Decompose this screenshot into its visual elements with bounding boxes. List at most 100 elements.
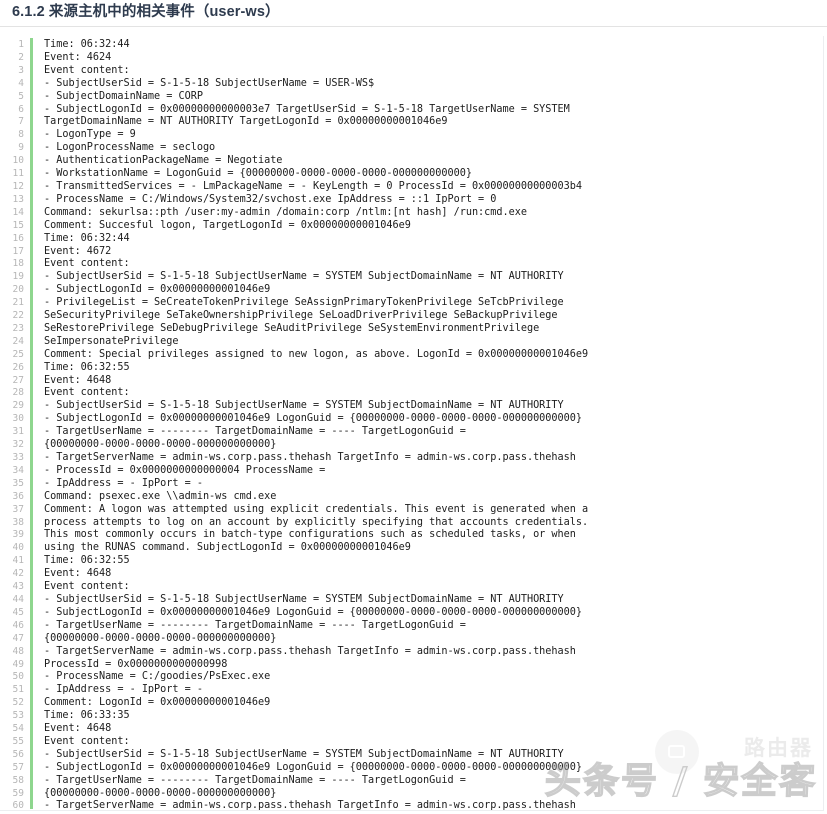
line-number: 17 [12, 245, 24, 257]
line-number: 13 [12, 193, 24, 205]
code-line: Time: 06:32:55 [44, 555, 130, 567]
line-number: 37 [12, 503, 24, 515]
line-number: 60 [12, 800, 24, 811]
code-block-inner: 1 2 3 4 5 6 7 8 9 10 11 12 13 14 15 16 17 18 19 20 21 22 23 24 2… [0, 36, 823, 810]
code-line: - TargetUserName = -------- TargetDomain… [44, 619, 466, 631]
line-number: 2 [18, 51, 24, 63]
line-number: 56 [12, 748, 24, 760]
line-number: 21 [12, 297, 24, 309]
line-number: 38 [12, 516, 24, 528]
line-number: 41 [12, 555, 24, 567]
line-number: 40 [12, 542, 24, 554]
code-line: SeRestorePrivilege SeDebugPrivilege SeAu… [44, 322, 540, 334]
line-number: 43 [12, 581, 24, 593]
line-number: 57 [12, 761, 24, 773]
code-line: SeImpersonatePrivilege [44, 335, 179, 347]
code-line: - WorkstationName = LogonGuid = {0000000… [44, 168, 472, 180]
line-number: 48 [12, 645, 24, 657]
line-number: 22 [12, 310, 24, 322]
code-line: - SubjectLogonId = 0x00000000001046e9 Lo… [44, 761, 582, 773]
line-number: 59 [12, 787, 24, 799]
code-line: Time: 06:32:44 [44, 39, 130, 50]
page-title: 6.1.2 来源主机中的相关事件（user-ws） [12, 4, 280, 20]
line-number: 45 [12, 606, 24, 618]
code-line: TargetDomainName = NT AUTHORITY TargetLo… [44, 116, 448, 128]
line-number: 47 [12, 632, 24, 644]
code-line: Event content: [44, 387, 130, 399]
code-line: - TargetServerName = admin-ws.corp.pass.… [44, 452, 576, 463]
code-line: Comment: A logon was attempted using exp… [44, 503, 589, 515]
line-number: 26 [12, 361, 24, 373]
code-line: Comment: Special privileges assigned to … [44, 348, 589, 360]
line-number-gutter: 1 2 3 4 5 6 7 8 9 10 11 12 13 14 15 16 17 18 19 20 21 22 23 24 2… [0, 36, 30, 811]
line-number: 54 [12, 723, 24, 735]
code-line: Event content: [44, 64, 130, 76]
code-line: process attempts to log on an account by… [44, 516, 589, 528]
line-number: 12 [12, 180, 24, 192]
line-number: 55 [12, 735, 24, 747]
line-number: 5 [18, 90, 24, 102]
code-line: - LogonProcessName = seclogo [44, 142, 216, 154]
code-line: - TargetUserName = -------- TargetDomain… [44, 426, 466, 438]
code-line: Event: 4624 [44, 51, 112, 63]
code-line: Event: 4648 [44, 374, 112, 386]
code-line: - ProcessName = C:/Windows/System32/svch… [44, 193, 497, 205]
code-line: Time: 06:32:55 [44, 361, 130, 373]
heading-divider [0, 26, 827, 27]
line-number: 30 [12, 413, 24, 425]
code-line: Event: 4648 [44, 568, 112, 580]
line-number: 16 [12, 232, 24, 244]
code-line: Event content: [44, 735, 130, 747]
line-number: 53 [12, 710, 24, 722]
code-line: - ProcessId = 0x0000000000000004 Process… [44, 464, 326, 476]
code-line: Comment: LogonId = 0x00000000001046e9 [44, 697, 271, 709]
line-number: 33 [12, 452, 24, 463]
line-number: 49 [12, 658, 24, 670]
code-line: - SubjectUserSid = S-1-5-18 SubjectUserN… [44, 271, 564, 283]
line-number: 4 [18, 77, 24, 89]
line-number: 58 [12, 774, 24, 786]
code-line: - IpAddress = - IpPort = - [44, 684, 203, 696]
line-number: 14 [12, 206, 24, 218]
code-line: Event content: [44, 581, 130, 593]
line-number: 19 [12, 271, 24, 283]
code-line: Command: sekurlsa::pth /user:my-admin /d… [44, 206, 527, 218]
line-number: 24 [12, 335, 24, 347]
line-number: 9 [18, 142, 24, 154]
code-line: - SubjectUserSid = S-1-5-18 SubjectUserN… [44, 748, 564, 760]
line-number: 8 [18, 129, 24, 141]
code-line: - SubjectUserSid = S-1-5-18 SubjectUserN… [44, 77, 375, 89]
code-line: Event content: [44, 258, 130, 270]
line-number: 31 [12, 426, 24, 438]
code-line: Comment: Succesful logon, TargetLogonId … [44, 219, 411, 231]
code-line: This most commonly occurs in batch-type … [44, 529, 576, 541]
line-number: 39 [12, 529, 24, 541]
line-number: 35 [12, 477, 24, 489]
code-content[interactable]: Time: 06:32:44 Event: 4624 Event content: -… [33, 36, 823, 810]
code-line: - IpAddress = - IpPort = - [44, 477, 203, 489]
line-number: 34 [12, 464, 24, 476]
line-number: 6 [18, 103, 24, 115]
code-line: - SubjectUserSid = S-1-5-18 SubjectUserN… [44, 593, 564, 605]
code-line: Command: psexec.exe \\admin-ws cmd.exe [44, 490, 277, 502]
code-line: - SubjectUserSid = S-1-5-18 SubjectUserN… [44, 400, 564, 412]
line-number: 32 [12, 439, 24, 451]
code-line: - TransmittedServices = - LmPackageName … [44, 180, 582, 192]
code-line: - SubjectLogonId = 0x00000000001046e9 [44, 284, 271, 296]
line-number: 15 [12, 219, 24, 231]
line-number: 11 [12, 168, 24, 180]
code-line: - TargetUserName = -------- TargetDomain… [44, 774, 466, 786]
line-number: 36 [12, 490, 24, 502]
code-line: Event: 4672 [44, 245, 112, 257]
code-line: {00000000-0000-0000-0000-000000000000} [44, 439, 277, 451]
code-line: SeSecurityPrivilege SeTakeOwnershipPrivi… [44, 310, 558, 322]
code-block[interactable]: 1 2 3 4 5 6 7 8 9 10 11 12 13 14 15 16 17 18 19 20 21 22 23 24 2… [0, 36, 824, 811]
code-line: using the RUNAS command. SubjectLogonId … [44, 542, 411, 554]
line-number: 23 [12, 322, 24, 334]
line-number: 46 [12, 619, 24, 631]
line-number: 3 [18, 64, 24, 76]
line-number: 1 [18, 39, 24, 50]
code-line: - LogonType = 9 [44, 129, 136, 141]
code-line: - ProcessName = C:/goodies/PsExec.exe [44, 671, 271, 683]
line-number: 25 [12, 348, 24, 360]
